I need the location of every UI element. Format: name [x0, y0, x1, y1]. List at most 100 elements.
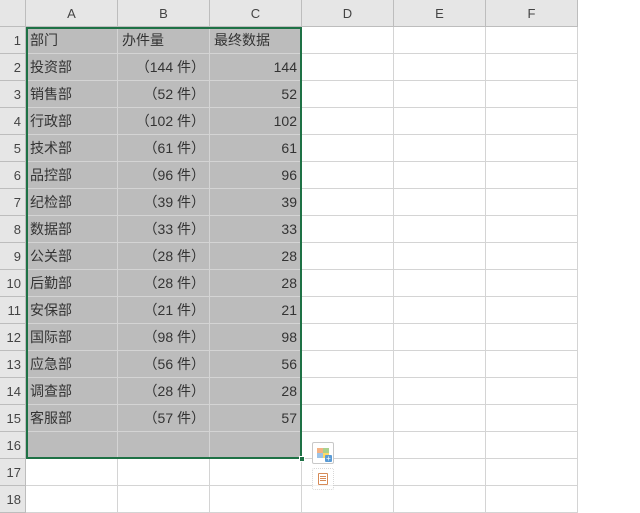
- cell-B16[interactable]: [118, 432, 210, 459]
- cell-F5[interactable]: [486, 135, 578, 162]
- row-header-9[interactable]: 9: [0, 243, 26, 270]
- cell-B15[interactable]: （57 件）: [118, 405, 210, 432]
- col-header-F[interactable]: F: [486, 0, 578, 27]
- cell-B3[interactable]: （52 件）: [118, 81, 210, 108]
- cell-C9[interactable]: 28: [210, 243, 302, 270]
- cell-D13[interactable]: [302, 351, 394, 378]
- cell-D8[interactable]: [302, 216, 394, 243]
- row-header-17[interactable]: 17: [0, 459, 26, 486]
- cell-F3[interactable]: [486, 81, 578, 108]
- row-header-10[interactable]: 10: [0, 270, 26, 297]
- cell-C8[interactable]: 33: [210, 216, 302, 243]
- row-header-6[interactable]: 6: [0, 162, 26, 189]
- cell-E7[interactable]: [394, 189, 486, 216]
- cell-E1[interactable]: [394, 27, 486, 54]
- cell-A14[interactable]: 调查部: [26, 378, 118, 405]
- cell-A11[interactable]: 安保部: [26, 297, 118, 324]
- cell-E16[interactable]: [394, 432, 486, 459]
- cell-C12[interactable]: 98: [210, 324, 302, 351]
- cell-A15[interactable]: 客服部: [26, 405, 118, 432]
- cell-D10[interactable]: [302, 270, 394, 297]
- col-header-B[interactable]: B: [118, 0, 210, 27]
- cell-F2[interactable]: [486, 54, 578, 81]
- col-header-C[interactable]: C: [210, 0, 302, 27]
- cell-E2[interactable]: [394, 54, 486, 81]
- cell-E4[interactable]: [394, 108, 486, 135]
- cell-C11[interactable]: 21: [210, 297, 302, 324]
- cell-C4[interactable]: 102: [210, 108, 302, 135]
- paste-options-button[interactable]: [312, 468, 334, 490]
- cell-F9[interactable]: [486, 243, 578, 270]
- cell-C7[interactable]: 39: [210, 189, 302, 216]
- row-header-14[interactable]: 14: [0, 378, 26, 405]
- cell-D15[interactable]: [302, 405, 394, 432]
- cell-B13[interactable]: （56 件）: [118, 351, 210, 378]
- cell-B4[interactable]: （102 件）: [118, 108, 210, 135]
- cell-A16[interactable]: [26, 432, 118, 459]
- row-header-12[interactable]: 12: [0, 324, 26, 351]
- cell-A6[interactable]: 品控部: [26, 162, 118, 189]
- cell-A3[interactable]: 销售部: [26, 81, 118, 108]
- cell-E5[interactable]: [394, 135, 486, 162]
- cell-B11[interactable]: （21 件）: [118, 297, 210, 324]
- cell-D9[interactable]: [302, 243, 394, 270]
- cell-B5[interactable]: （61 件）: [118, 135, 210, 162]
- row-header-4[interactable]: 4: [0, 108, 26, 135]
- cell-B6[interactable]: （96 件）: [118, 162, 210, 189]
- cell-B10[interactable]: （28 件）: [118, 270, 210, 297]
- cell-F7[interactable]: [486, 189, 578, 216]
- cell-E3[interactable]: [394, 81, 486, 108]
- cell-C5[interactable]: 61: [210, 135, 302, 162]
- cell-E14[interactable]: [394, 378, 486, 405]
- cell-E10[interactable]: [394, 270, 486, 297]
- cell-D14[interactable]: [302, 378, 394, 405]
- cell-D12[interactable]: [302, 324, 394, 351]
- cell-A4[interactable]: 行政部: [26, 108, 118, 135]
- col-header-A[interactable]: A: [26, 0, 118, 27]
- cell-C1[interactable]: 最终数据: [210, 27, 302, 54]
- row-header-7[interactable]: 7: [0, 189, 26, 216]
- cell-B2[interactable]: （144 件）: [118, 54, 210, 81]
- cell-F16[interactable]: [486, 432, 578, 459]
- quick-analysis-button[interactable]: +: [312, 442, 334, 464]
- row-header-11[interactable]: 11: [0, 297, 26, 324]
- cell-A12[interactable]: 国际部: [26, 324, 118, 351]
- cell-D2[interactable]: [302, 54, 394, 81]
- cell-C16[interactable]: [210, 432, 302, 459]
- select-all-corner[interactable]: [0, 0, 26, 27]
- cell-F13[interactable]: [486, 351, 578, 378]
- col-header-E[interactable]: E: [394, 0, 486, 27]
- cell-A1[interactable]: 部门: [26, 27, 118, 54]
- cell-C10[interactable]: 28: [210, 270, 302, 297]
- cell-E6[interactable]: [394, 162, 486, 189]
- cell-F15[interactable]: [486, 405, 578, 432]
- cell-D1[interactable]: [302, 27, 394, 54]
- cell-B7[interactable]: （39 件）: [118, 189, 210, 216]
- cell-E15[interactable]: [394, 405, 486, 432]
- cell-C15[interactable]: 57: [210, 405, 302, 432]
- row-header-5[interactable]: 5: [0, 135, 26, 162]
- cell-A17[interactable]: [26, 459, 118, 486]
- cell-B1[interactable]: 办件量: [118, 27, 210, 54]
- row-header-8[interactable]: 8: [0, 216, 26, 243]
- cell-D3[interactable]: [302, 81, 394, 108]
- cell-D4[interactable]: [302, 108, 394, 135]
- cell-E9[interactable]: [394, 243, 486, 270]
- cell-C3[interactable]: 52: [210, 81, 302, 108]
- cell-E17[interactable]: [394, 459, 486, 486]
- cell-B14[interactable]: （28 件）: [118, 378, 210, 405]
- cell-F14[interactable]: [486, 378, 578, 405]
- cell-A7[interactable]: 纪检部: [26, 189, 118, 216]
- cell-E11[interactable]: [394, 297, 486, 324]
- cell-A9[interactable]: 公关部: [26, 243, 118, 270]
- cell-E13[interactable]: [394, 351, 486, 378]
- cell-C14[interactable]: 28: [210, 378, 302, 405]
- cell-A10[interactable]: 后勤部: [26, 270, 118, 297]
- cell-D6[interactable]: [302, 162, 394, 189]
- row-header-1[interactable]: 1: [0, 27, 26, 54]
- cell-F11[interactable]: [486, 297, 578, 324]
- cell-F4[interactable]: [486, 108, 578, 135]
- cell-F10[interactable]: [486, 270, 578, 297]
- spreadsheet-grid[interactable]: ABCDEF1部门办件量最终数据2投资部（144 件）1443销售部（52 件）…: [0, 0, 640, 513]
- cell-F1[interactable]: [486, 27, 578, 54]
